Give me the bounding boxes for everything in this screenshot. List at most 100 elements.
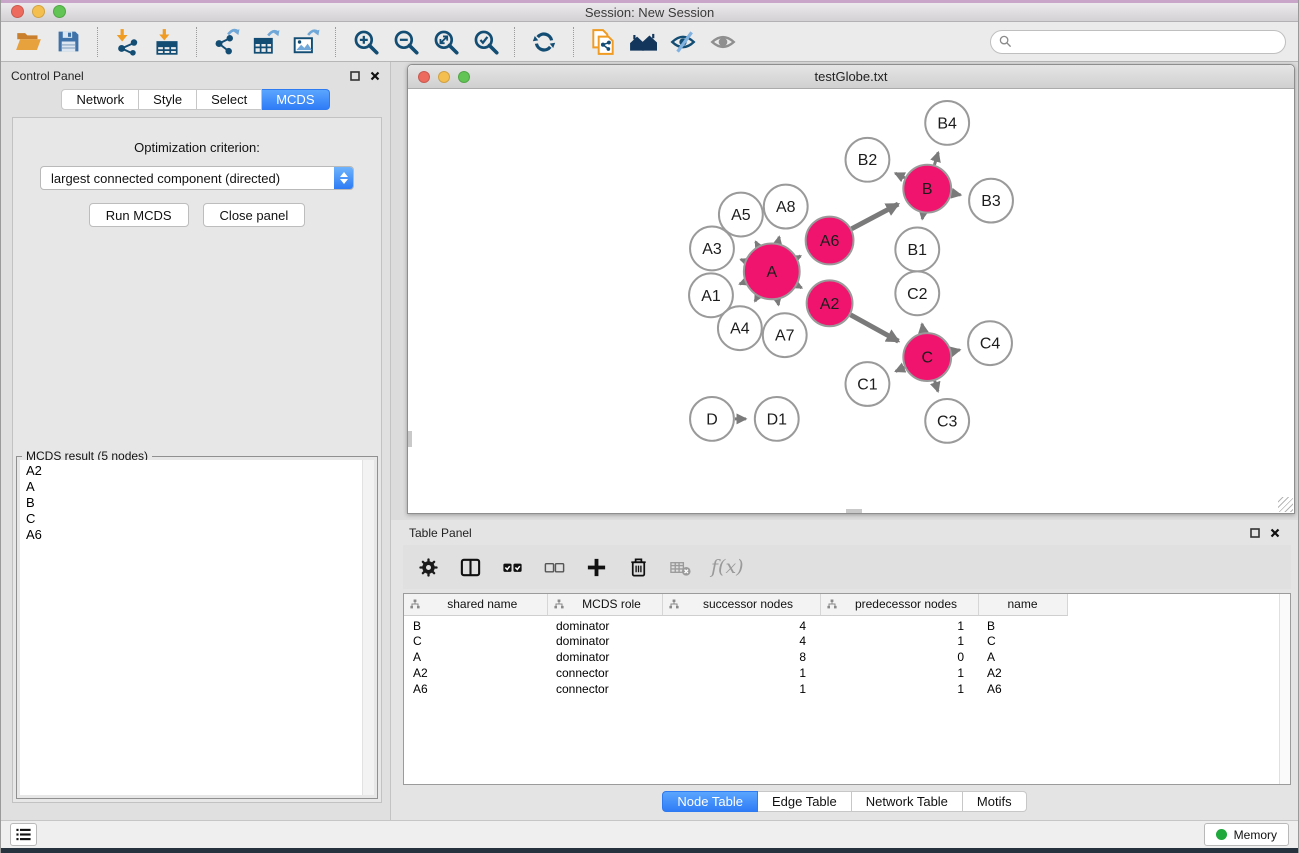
mcds-result-list[interactable]: A2ABCA6 [20,460,374,795]
graph-edge[interactable] [922,213,923,219]
table-row[interactable]: A2connector11A2 [404,665,1290,681]
result-item[interactable]: A6 [26,527,368,543]
export-network-button[interactable] [207,26,245,58]
minimize-network-button[interactable] [438,71,450,83]
optimization-criterion-label: Optimization criterion: [134,140,260,155]
duplicate-network-button[interactable] [584,26,622,58]
delete-table-button[interactable] [669,556,692,579]
graph-edge[interactable] [851,315,899,341]
add-column-button[interactable] [585,556,608,579]
graph-node-label: A6 [820,233,840,250]
graph-edge[interactable] [741,260,745,262]
control-panel-title: Control Panel [11,69,84,83]
show-graphics-details-button[interactable] [704,26,742,58]
unselect-all-columns-button[interactable] [543,556,566,579]
memory-button[interactable]: Memory [1204,823,1289,846]
float-panel-icon[interactable] [350,71,360,81]
zoom-window-button[interactable] [53,5,66,18]
show-columns-button[interactable] [459,556,482,579]
run-mcds-button[interactable]: Run MCDS [89,203,189,227]
graph-edge[interactable] [797,256,800,258]
close-window-button[interactable] [11,5,24,18]
search-box[interactable] [990,30,1286,54]
close-network-button[interactable] [418,71,430,83]
result-item[interactable]: C [26,511,368,527]
import-table-button[interactable] [148,26,186,58]
column-header-shared-name[interactable]: shared name [404,594,547,615]
search-input[interactable] [1017,35,1277,49]
column-header-name[interactable]: name [978,594,1067,615]
tab-select[interactable]: Select [197,89,262,110]
graph-edge[interactable] [852,204,899,229]
graph-edge[interactable] [895,173,905,178]
criterion-select[interactable]: largest connected component (directed) [40,166,354,190]
minimize-window-button[interactable] [32,5,45,18]
graph-edge[interactable] [952,350,960,352]
result-scrollbar[interactable] [362,460,374,795]
close-panel-button[interactable]: Close panel [203,203,306,227]
table-row[interactable]: Cdominator41C [404,633,1290,649]
resize-grip-icon[interactable] [1278,497,1293,512]
open-session-button[interactable] [9,26,47,58]
hide-graphics-details-button[interactable] [664,26,702,58]
graph-edge[interactable] [778,300,779,305]
graph-edge[interactable] [740,282,745,284]
graph-edge[interactable] [778,237,779,243]
graph-edge[interactable] [797,285,802,288]
graph-node-label: C [921,350,933,367]
column-header-mcds-role[interactable]: MCDS role [547,594,662,615]
save-session-button[interactable] [49,26,87,58]
settings-button[interactable] [417,556,440,579]
table-row[interactable]: Bdominator41B [404,615,1290,633]
zoom-fit-button[interactable] [426,26,464,58]
close-table-panel-icon[interactable] [1270,528,1280,538]
zoom-selected-button[interactable] [466,26,504,58]
toolbar-separator [335,27,336,57]
mcds-tab-content: Optimization criterion: largest connecte… [12,117,382,803]
result-item[interactable]: A2 [26,463,368,479]
table-row[interactable]: A6connector11A6 [404,681,1290,697]
column-header-successor-nodes[interactable]: successor nodes [662,594,820,615]
zoom-out-button[interactable] [386,26,424,58]
float-table-panel-icon[interactable] [1250,528,1260,538]
import-table-icon [153,28,181,56]
select-all-columns-button[interactable] [501,556,524,579]
network-hscroll-thumb[interactable] [846,509,862,513]
result-item[interactable]: B [26,495,368,511]
tab-network-table[interactable]: Network Table [852,791,963,812]
graph-node-label: D1 [767,411,788,428]
graph-edge[interactable] [922,324,923,333]
graph-edge[interactable] [935,381,938,392]
result-item[interactable]: A [26,479,368,495]
tab-mcds[interactable]: MCDS [262,89,329,110]
task-history-button[interactable] [10,823,37,846]
network-vscroll-thumb[interactable] [408,431,412,447]
export-table-button[interactable] [247,26,285,58]
home-layout-button[interactable] [624,26,662,58]
table-row[interactable]: Adominator80A [404,649,1290,665]
table-toolbar: f(x) [403,545,1291,589]
function-builder-button[interactable]: f(x) [711,556,744,578]
delete-columns-button[interactable] [627,556,650,579]
import-network-button[interactable] [108,26,146,58]
graph-edge[interactable] [934,152,938,164]
graph-edge[interactable] [756,242,758,246]
tab-node-table[interactable]: Node Table [662,791,758,812]
column-header-predecessor-nodes[interactable]: predecessor nodes [820,594,978,615]
app-title: Session: New Session [1,5,1298,20]
graph-edge[interactable] [952,193,961,195]
zoom-in-button[interactable] [346,26,384,58]
graph-edge[interactable] [755,297,758,302]
table-panel-header: Table Panel [391,520,1298,545]
tab-edge-table[interactable]: Edge Table [758,791,852,812]
refresh-button[interactable] [525,26,563,58]
network-canvas[interactable]: B4B2BB3A5A8A6A3B1AC2A1A2A4A7C4CC1DD1C3 [408,90,1294,513]
tab-network[interactable]: Network [61,89,139,110]
zoom-network-button[interactable] [458,71,470,83]
tab-style[interactable]: Style [139,89,197,110]
table-scrollbar[interactable] [1279,594,1290,784]
close-panel-icon[interactable] [370,71,380,81]
tab-motifs[interactable]: Motifs [963,791,1027,812]
export-image-button[interactable] [287,26,325,58]
graph-edge[interactable] [896,367,905,371]
